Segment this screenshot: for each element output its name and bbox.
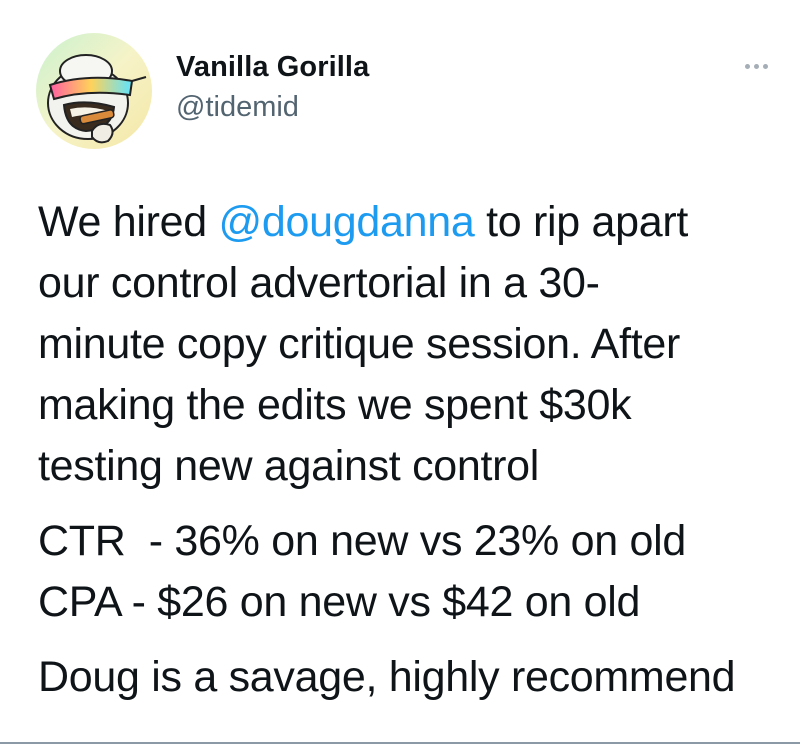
author-handle[interactable]: @tidemid <box>176 91 299 124</box>
more-dot <box>744 63 750 69</box>
more-options-icon[interactable] <box>736 52 776 80</box>
author-display-name[interactable]: Vanilla Gorilla <box>176 51 369 84</box>
tweet-text: We hired @dougdanna to rip apart our con… <box>38 192 788 708</box>
avatar[interactable] <box>36 33 152 149</box>
more-dot <box>753 63 759 69</box>
avatar-image <box>36 33 152 149</box>
stat-cpa: CPA - $26 on new vs $42 on old <box>38 578 641 626</box>
tweet-line-1: We hired @dougdanna to rip apart <box>38 192 788 253</box>
tweet-line-5: testing new against control <box>38 442 540 490</box>
stat-ctr: CTR - 36% on new vs 23% on old <box>38 517 686 565</box>
tweet-line-3: minute copy critique session. After <box>38 320 680 368</box>
tweet-paragraph-stats: CTR - 36% on new vs 23% on old CPA - $26… <box>38 511 788 633</box>
tweet-card: Vanilla Gorilla @tidemid We hired @dougd… <box>0 0 800 756</box>
tweet-text-segment: to rip apart <box>474 198 689 246</box>
tweet-line-2: our control advertorial in a 30- <box>38 259 600 307</box>
closing-line: Doug is a savage, highly recommend <box>38 653 736 701</box>
more-dot <box>762 63 768 69</box>
tweet-paragraph-main: We hired @dougdanna to rip apart our con… <box>38 192 788 497</box>
tweet-paragraph-closing: Doug is a savage, highly recommend <box>38 647 788 708</box>
mention-link[interactable]: @dougdanna <box>219 198 475 246</box>
tweet-text-segment: We hired <box>38 198 219 246</box>
tweet-line-4: making the edits we spent $30k <box>38 381 632 429</box>
